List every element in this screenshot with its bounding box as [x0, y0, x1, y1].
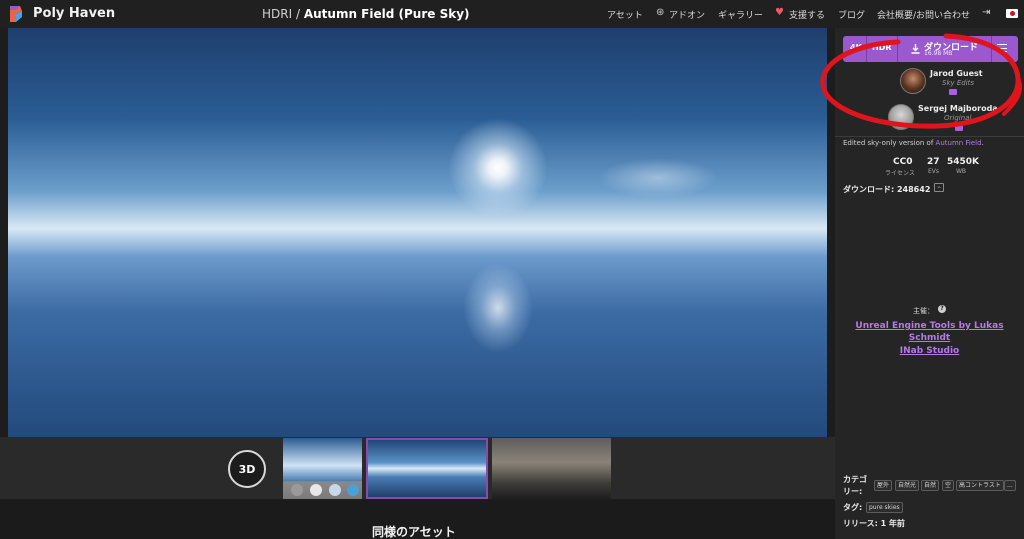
- breadcrumb-section[interactable]: HDRI: [262, 7, 292, 21]
- red-circle-annotation: [820, 33, 1023, 129]
- sun: [448, 118, 548, 218]
- stat-wb-value: 5450K: [947, 157, 980, 167]
- page-title: Autumn Field (Pure Sky): [303, 7, 470, 21]
- nav-company[interactable]: 会社概要/お問い合わせ: [877, 8, 970, 21]
- sun-reflection: [463, 263, 533, 353]
- sponsor-link[interactable]: Unreal Engine Tools by Lukas: [835, 321, 1024, 331]
- top-nav: [0, 0, 1024, 28]
- download-count: ダウンロード: 248642: [843, 185, 931, 194]
- preview-ball: [310, 484, 322, 496]
- description-text: Edited sky-only version of: [843, 139, 936, 147]
- preview-thumb-spheres[interactable]: [283, 438, 362, 499]
- nav-assets[interactable]: アセット: [607, 8, 643, 21]
- sponsor-heading: 主催：: [913, 307, 934, 315]
- flag-japan-icon[interactable]: [1006, 9, 1018, 18]
- similar-assets-title: 同様のアセット: [372, 525, 456, 539]
- breadcrumb-separator: /: [295, 7, 301, 21]
- nav-gallery[interactable]: ギャラリー: [718, 8, 763, 21]
- description-suffix: .: [981, 139, 984, 147]
- stat-ev-label: EVs: [928, 168, 940, 175]
- heart-icon: ♥: [775, 7, 784, 18]
- more-categories-button[interactable]: ...: [1004, 480, 1016, 491]
- category-tag[interactable]: 高コントラスト: [956, 480, 1004, 491]
- category-tag[interactable]: 自然: [921, 480, 940, 491]
- cloud: [598, 158, 718, 198]
- stat-license-label: ライセンス: [885, 170, 915, 177]
- asset-description: Edited sky-only version of Autumn Field.: [843, 139, 984, 147]
- tag-chip[interactable]: pure skies: [866, 502, 903, 513]
- categories-label: リー:: [843, 487, 863, 496]
- category-tag[interactable]: 屋外: [874, 480, 893, 491]
- stat-ev-value: 27: [927, 157, 940, 167]
- addon-icon: ⊛: [656, 7, 665, 18]
- tags-label: タグ:: [843, 503, 863, 512]
- stat-license-value: CC0: [893, 157, 913, 167]
- login-icon[interactable]: ⇥: [982, 7, 990, 18]
- poly-haven-logo-icon[interactable]: [8, 5, 24, 23]
- category-tag[interactable]: 空: [942, 480, 955, 491]
- preview-thumb-hdri[interactable]: [366, 438, 488, 499]
- view-3d-button[interactable]: 3D: [228, 450, 266, 488]
- preview-ball: [347, 484, 359, 496]
- nav-blog[interactable]: ブログ: [838, 8, 865, 21]
- brand-name[interactable]: Poly Haven: [33, 6, 115, 21]
- stat-wb-label: WB: [956, 168, 967, 175]
- nav-support[interactable]: 支援する: [789, 8, 825, 21]
- preview-ball: [291, 484, 303, 496]
- hdri-viewer[interactable]: [8, 28, 827, 437]
- sponsor-link[interactable]: Schmidt: [835, 333, 1024, 343]
- graph-icon[interactable]: ⌁: [934, 183, 944, 192]
- nav-addons[interactable]: アドオン: [669, 8, 705, 21]
- preview-thumb-scene[interactable]: [492, 438, 611, 499]
- preview-ball: [329, 484, 341, 496]
- release-date: リリース: 1 年前: [843, 519, 905, 528]
- categories-label: カテゴ: [843, 475, 867, 484]
- breadcrumb: HDRI / Autumn Field (Pure Sky): [262, 7, 470, 21]
- description-link[interactable]: Autumn Field: [936, 139, 982, 147]
- category-tag[interactable]: 自然光: [895, 480, 920, 491]
- sponsor-link[interactable]: INab Studio: [835, 346, 1024, 356]
- help-icon[interactable]: ?: [938, 305, 946, 313]
